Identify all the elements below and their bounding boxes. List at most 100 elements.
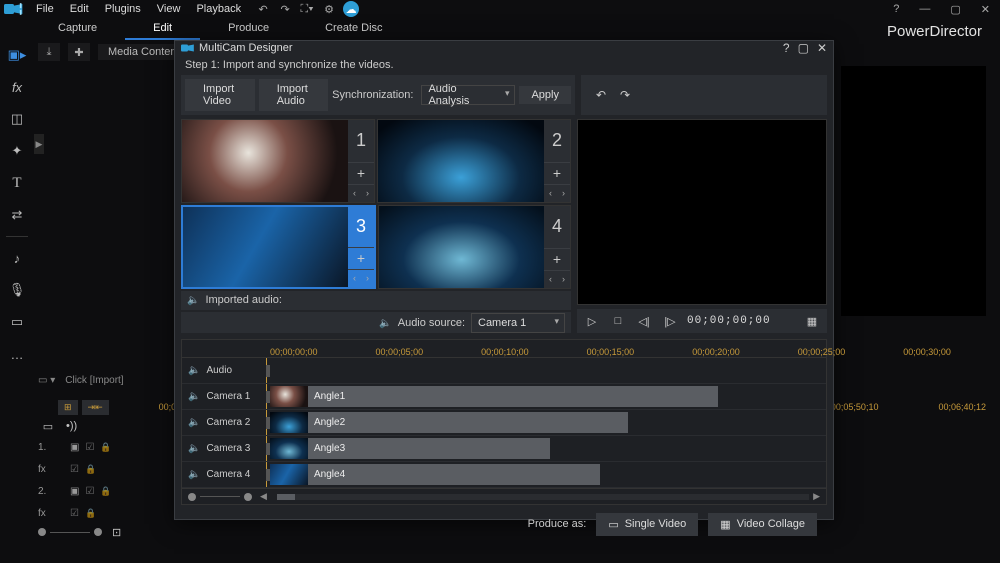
camera-cell-1[interactable]: 1 + ‹› [181, 119, 375, 203]
overlay-icon[interactable]: ◫ [6, 108, 28, 130]
expand-left-icon[interactable]: ▶ [34, 134, 44, 154]
redo-icon[interactable]: ↷ [277, 1, 293, 17]
tab-produce[interactable]: Produce [200, 18, 297, 40]
modal-help-icon[interactable]: ? [783, 41, 790, 55]
tl-scrollbar[interactable] [277, 494, 809, 500]
track-audio-icon[interactable]: •)) [66, 420, 77, 432]
ruler-tick: 00;00;10;00 [481, 347, 529, 357]
particle-icon[interactable]: ✦ [6, 140, 28, 162]
clip-angle1[interactable]: Angle1 [270, 386, 718, 407]
snap-icon[interactable]: ⊞ [58, 400, 78, 415]
voice-icon[interactable]: 🎙 [6, 279, 28, 301]
camera-3-prev-icon[interactable]: ‹ [348, 270, 361, 287]
camera-cell-3[interactable]: 3 + ‹› [181, 205, 376, 289]
prev-frame-icon[interactable]: ◁| [635, 312, 653, 330]
audio-source-select[interactable]: Camera 1 [471, 313, 565, 333]
audio-source-label: Audio source: [398, 317, 465, 329]
camera-cell-4[interactable]: 4 + ‹› [378, 205, 571, 289]
ruler-tick: 00;00;00;00 [270, 347, 318, 357]
menu-edit[interactable]: Edit [62, 1, 97, 17]
camera-3-next-icon[interactable]: › [361, 270, 374, 287]
menu-playback[interactable]: Playback [188, 1, 249, 17]
tl-scroll-left-icon[interactable]: ◀ [260, 491, 267, 502]
tl-zoom-out-icon[interactable] [188, 493, 196, 501]
subtitle-icon[interactable]: … [6, 343, 28, 365]
clip-angle3[interactable]: Angle3 [270, 438, 550, 459]
menu-file[interactable]: File [28, 1, 62, 17]
maximize-icon[interactable]: ▢ [944, 3, 966, 16]
camera-3-add-icon[interactable]: + [348, 247, 374, 269]
track-lock-icon[interactable] [100, 442, 111, 453]
camera-2-add-icon[interactable]: + [544, 162, 570, 184]
cloud-icon[interactable]: ☁ [343, 1, 359, 17]
tab-capture[interactable]: Capture [30, 18, 125, 40]
tl-zoom-slider[interactable] [200, 496, 240, 497]
menu-view[interactable]: View [149, 1, 189, 17]
import-video-button[interactable]: Import Video [185, 79, 255, 111]
mixer-icon[interactable]: ♪ [6, 247, 28, 269]
play-icon[interactable]: ▷ [583, 312, 601, 330]
undo-icon[interactable]: ↶ [255, 1, 271, 17]
modal-close-icon[interactable]: ✕ [817, 41, 827, 55]
track-visible-icon[interactable] [70, 464, 79, 475]
transition-icon[interactable]: ⇄ [6, 204, 28, 226]
stop-icon[interactable]: □ [609, 312, 627, 330]
audio-track[interactable] [270, 358, 826, 383]
time-ruler[interactable]: 00;00;00;00 00;00;05;00 00;00;10;00 00;0… [182, 340, 826, 358]
next-frame-icon[interactable]: |▷ [661, 312, 679, 330]
title-icon[interactable]: T [6, 172, 28, 194]
tl-zoom-in-icon[interactable] [244, 493, 252, 501]
ruler-tick: 00;00;15;00 [587, 347, 635, 357]
ratio-icon[interactable]: ⛶▾ [299, 1, 315, 17]
apply-button[interactable]: Apply [519, 86, 571, 104]
help-icon[interactable]: ? [887, 3, 905, 15]
media-library-icon[interactable]: ▣▸ [6, 44, 28, 66]
video-track-icon[interactable]: ▣ [70, 442, 79, 453]
import-audio-button[interactable]: Import Audio [259, 79, 328, 111]
clip-angle2[interactable]: Angle2 [270, 412, 628, 433]
track-lock-icon[interactable] [85, 464, 96, 475]
menu-plugins[interactable]: Plugins [97, 1, 149, 17]
clip-angle4[interactable]: Angle4 [270, 464, 600, 485]
track-controls-icon[interactable]: ▭ [38, 420, 58, 433]
track-visible-icon[interactable] [85, 442, 94, 453]
fx-icon[interactable]: fx [6, 76, 28, 98]
plugin-icon[interactable]: ✚ [68, 43, 90, 61]
minimize-icon[interactable]: — [913, 3, 936, 15]
modal-maximize-icon[interactable]: ▢ [798, 41, 809, 55]
track-visible-icon[interactable] [85, 486, 94, 497]
track-lock-icon[interactable] [100, 486, 111, 497]
settings-icon[interactable]: ⚙ [321, 1, 337, 17]
tab-create-disc[interactable]: Create Disc [297, 18, 410, 40]
camera-1-next-icon[interactable]: › [361, 185, 374, 202]
zoom-in-icon[interactable] [94, 528, 102, 536]
camera-4-add-icon[interactable]: + [544, 248, 570, 270]
video-collage-button[interactable]: ▦Video Collage [708, 513, 817, 536]
folder-dropdown[interactable]: ▭ ▾ [38, 375, 55, 386]
zoom-out-icon[interactable] [38, 528, 46, 536]
camera-4-next-icon[interactable]: › [557, 271, 570, 288]
single-video-button[interactable]: ▭Single Video [596, 513, 698, 536]
import-icon[interactable]: ⤓ [38, 43, 60, 61]
camera-cell-2[interactable]: 2 + ‹› [377, 119, 571, 203]
zoom-slider[interactable] [50, 532, 90, 533]
bg-track-1-label: 1. [38, 442, 64, 453]
safe-zone-icon[interactable]: ▦ [803, 312, 821, 330]
camera-2-prev-icon[interactable]: ‹ [544, 185, 557, 202]
camera-1-prev-icon[interactable]: ‹ [348, 185, 361, 202]
track-lock-icon[interactable] [85, 508, 96, 519]
sync-select[interactable]: Audio Analysis [421, 85, 515, 105]
modal-undo-icon[interactable]: ↶ [591, 85, 611, 105]
close-icon[interactable]: ✕ [975, 3, 996, 16]
marker-icon[interactable]: ⇥⇤ [82, 400, 109, 415]
camera-2-next-icon[interactable]: › [557, 185, 570, 202]
tab-edit[interactable]: Edit [125, 18, 200, 40]
modal-redo-icon[interactable]: ↷ [615, 85, 635, 105]
camera-4-prev-icon[interactable]: ‹ [544, 271, 557, 288]
tl-scroll-right-icon[interactable]: ▶ [813, 491, 820, 502]
track-visible-icon[interactable] [70, 508, 79, 519]
zoom-fit-icon[interactable]: ⊡ [112, 526, 121, 539]
chapter-icon[interactable]: ▭ [6, 311, 28, 333]
camera-1-add-icon[interactable]: + [348, 162, 374, 184]
video-track-icon[interactable]: ▣ [70, 486, 79, 497]
